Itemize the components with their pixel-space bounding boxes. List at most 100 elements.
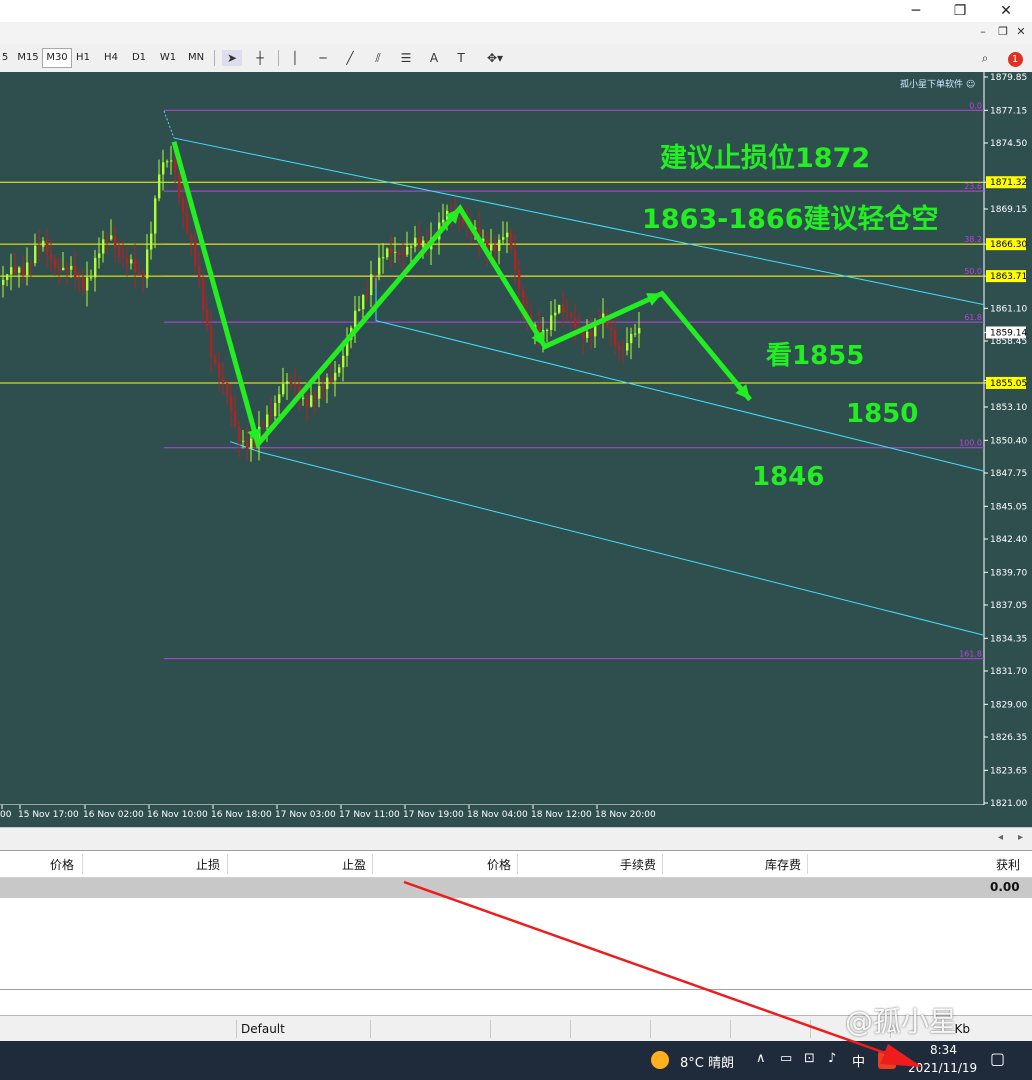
label-icon[interactable]: T	[452, 50, 470, 66]
candle-body	[246, 440, 249, 449]
search-icon[interactable]: ⌕	[976, 50, 994, 66]
candle-body	[286, 381, 289, 384]
col-price-2[interactable]: 价格	[487, 856, 511, 873]
candle-body	[126, 257, 129, 264]
battery-icon[interactable]: ▭	[780, 1051, 792, 1066]
price-axis-label: 1834.35	[990, 634, 1027, 644]
candle-body	[314, 395, 317, 399]
time-axis-label: 18 Nov 20:00	[595, 810, 656, 820]
chart-canvas[interactable]: 孤小星下单软件 ☺ 0.023.638.250.061.8100.0161.8 …	[0, 72, 1032, 827]
chart-scroll-bar[interactable]: ◂ ▸	[0, 827, 1032, 850]
timeframe-h4[interactable]: H4	[100, 50, 122, 66]
candle-body	[306, 397, 309, 407]
profile-name[interactable]: Default	[236, 1020, 371, 1038]
crosshair-icon[interactable]: ┼	[250, 50, 270, 66]
candle-body	[234, 410, 237, 427]
candle-body	[506, 232, 509, 238]
candle-body	[502, 237, 505, 240]
trendline-icon[interactable]: ╱	[340, 50, 360, 66]
timeframe-m5[interactable]: 5	[0, 50, 10, 66]
col-commission[interactable]: 手续费	[620, 856, 656, 873]
tray-overflow-icon[interactable]: ∧	[756, 1051, 766, 1066]
vertical-line-icon[interactable]: │	[286, 50, 304, 66]
candle-body	[610, 327, 613, 331]
minimize-icon[interactable]: ─	[906, 2, 926, 20]
clock-date[interactable]: 2021/11/19	[908, 1061, 977, 1075]
timeframe-w1[interactable]: W1	[156, 50, 180, 66]
candle-body	[130, 259, 133, 264]
candle-body	[626, 343, 629, 351]
timeframe-m30[interactable]: M30	[42, 48, 72, 68]
col-price-1[interactable]: 价格	[50, 856, 74, 873]
candle-body	[54, 259, 57, 269]
price-axis-label: 1829.00	[990, 700, 1027, 710]
candle-body	[514, 249, 517, 271]
candle-body	[206, 309, 209, 327]
notification-center-icon[interactable]: ▢	[990, 1049, 1005, 1068]
arrow-shapes-icon[interactable]: ✥▾	[480, 50, 510, 66]
col-profit[interactable]: 获利	[996, 856, 1020, 873]
mdi-minimize-icon[interactable]: –	[976, 25, 990, 39]
network-icon[interactable]: ⊡	[804, 1051, 815, 1066]
sogou-ime-icon[interactable]: S	[878, 1051, 896, 1069]
candle-body	[194, 241, 197, 266]
cursor-icon[interactable]: ➤	[222, 50, 242, 66]
mdi-restore-icon[interactable]: ❐	[996, 25, 1010, 39]
restore-icon[interactable]: ❐	[950, 2, 970, 20]
column-divider	[372, 854, 373, 874]
price-axis-label: 1869.15	[990, 205, 1027, 215]
candle-body	[382, 257, 385, 259]
candle-body	[370, 274, 373, 296]
volume-icon[interactable]: ♪	[828, 1051, 836, 1066]
close-icon[interactable]: ✕	[996, 2, 1016, 20]
candle-body	[78, 277, 81, 279]
mdi-close-icon[interactable]: ✕	[1014, 25, 1028, 39]
timeframe-d1[interactable]: D1	[128, 50, 150, 66]
scroll-left-icon[interactable]: ◂	[998, 832, 1003, 843]
candle-body	[310, 395, 313, 407]
price-chart[interactable]: 孤小星下单软件 ☺ 0.0 23.6 38.2 50.0 61.8 100.0 161.8 …	[0, 72, 1032, 827]
price-axis-label: 1866.30	[990, 240, 1027, 250]
candle-body	[410, 246, 413, 248]
timeframe-mn[interactable]: MN	[184, 50, 208, 66]
col-take-profit[interactable]: 止盈	[342, 856, 366, 873]
fibonacci-level-label: 61.8	[964, 313, 982, 322]
candle-body	[374, 274, 377, 276]
timeframe-h1[interactable]: H1	[72, 50, 94, 66]
candle-body	[574, 317, 577, 329]
col-swap[interactable]: 库存费	[765, 856, 801, 873]
clock-time[interactable]: 8:34	[930, 1043, 957, 1057]
timeframe-m15[interactable]: M15	[14, 50, 42, 66]
weather-text[interactable]: 8°C 晴朗	[680, 1052, 734, 1071]
candle-body	[442, 219, 445, 223]
price-axis-label: 1831.70	[990, 667, 1027, 677]
channel-icon[interactable]: ⫽	[368, 50, 388, 66]
notification-badge: 1	[1007, 52, 1023, 67]
time-axis-label: 16 Nov 18:00	[211, 810, 272, 820]
notification-icon[interactable]: 1	[1004, 50, 1026, 67]
target-1855-annotation: 看1855	[766, 341, 864, 371]
candle-body	[394, 251, 397, 253]
candle-body	[166, 161, 169, 163]
status-cell	[490, 1020, 570, 1038]
target-1846-annotation: 1846	[752, 462, 824, 492]
text-icon[interactable]: A	[426, 50, 442, 66]
horizontal-line-icon[interactable]: ─	[314, 50, 332, 66]
candle-body	[238, 426, 241, 442]
price-axis-label: 1858.45	[990, 337, 1027, 347]
col-stop-loss[interactable]: 止损	[196, 856, 220, 873]
candle-body	[114, 235, 117, 248]
price-axis-label: 1845.05	[990, 502, 1027, 512]
candle-body	[262, 426, 265, 428]
candle-body	[458, 215, 461, 217]
fibonacci-icon[interactable]: ☰	[396, 50, 416, 66]
candle-body	[118, 247, 121, 257]
candle-body	[630, 333, 633, 344]
candle-body	[638, 328, 641, 334]
candle-body	[150, 233, 153, 250]
status-cell	[650, 1020, 730, 1038]
candle-body	[6, 274, 9, 280]
scroll-right-icon[interactable]: ▸	[1018, 832, 1023, 843]
price-axis-label: 1837.05	[990, 601, 1027, 611]
ime-indicator[interactable]: 中	[852, 1051, 865, 1070]
